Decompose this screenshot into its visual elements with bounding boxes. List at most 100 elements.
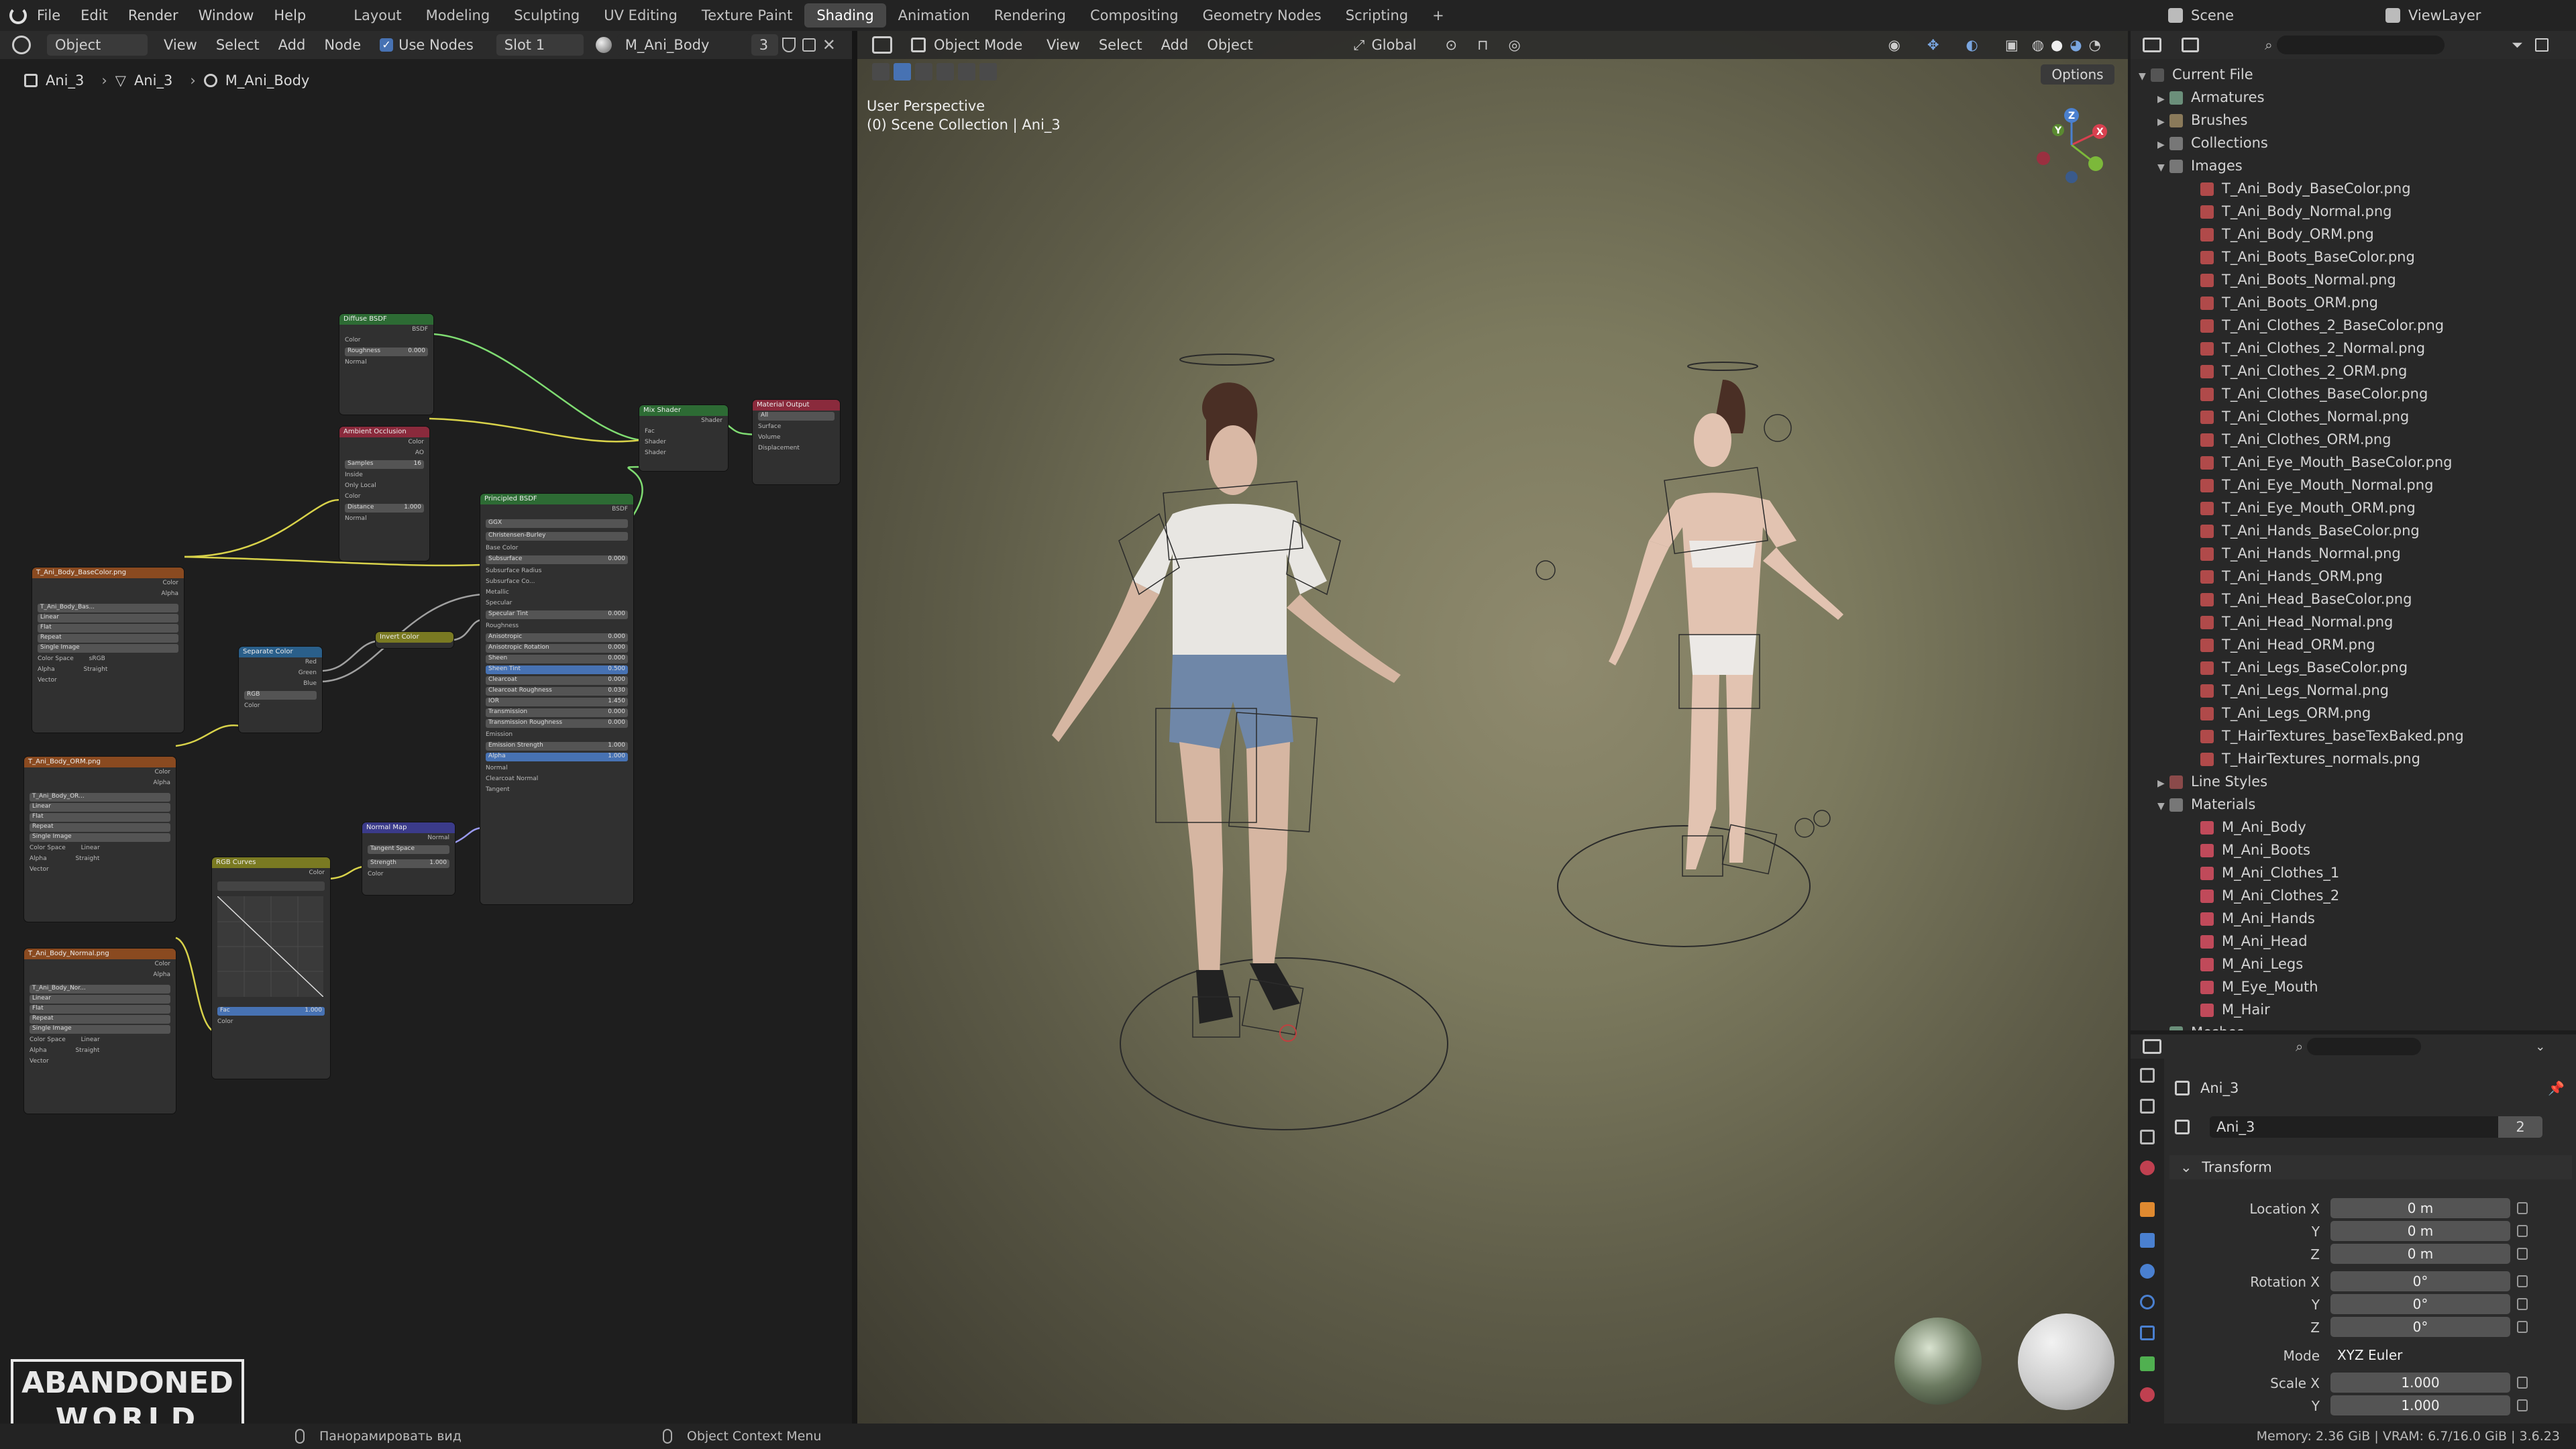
lock-icon[interactable] bbox=[2517, 1321, 2528, 1333]
diffuse-roughness-field[interactable]: Roughness 0.000 bbox=[345, 347, 428, 356]
curves-header[interactable]: RGB Curves bbox=[212, 857, 330, 868]
principled-input-row[interactable]: Anisotropic 0.000 bbox=[486, 633, 628, 642]
tex1-source-dropdown[interactable]: Single Image bbox=[38, 644, 178, 653]
menu-render[interactable]: Render bbox=[118, 7, 189, 23]
3d-viewport[interactable]: Object Mode View Select Add Object ⤢ Glo… bbox=[857, 31, 2128, 1424]
tex2-colorspace-row[interactable]: Color Space Linear bbox=[24, 843, 176, 854]
principled-input-row[interactable]: Subsurface 0.000 bbox=[486, 555, 628, 564]
tab-scene-icon[interactable] bbox=[2140, 1161, 2155, 1175]
outliner-image-item[interactable]: T_Ani_Eye_Mouth_ORM.png bbox=[2131, 496, 2576, 519]
principled-input-row[interactable]: Alpha 1.000 bbox=[486, 753, 628, 761]
outliner-image-item[interactable]: T_Ani_Boots_ORM.png bbox=[2131, 291, 2576, 314]
tab-layout[interactable]: Layout bbox=[341, 3, 413, 28]
node-image-texture-normal[interactable]: T_Ani_Body_Normal.png Color Alpha T_Ani_… bbox=[24, 949, 176, 1114]
tab-geometry-nodes[interactable]: Geometry Nodes bbox=[1191, 3, 1334, 28]
tex3-projection-dropdown[interactable]: Flat bbox=[30, 1005, 170, 1014]
menu-help[interactable]: Help bbox=[264, 7, 316, 23]
tex2-alpha-row[interactable]: Alpha Straight bbox=[24, 854, 176, 865]
scene-characters[interactable] bbox=[857, 31, 2128, 1424]
menu-file[interactable]: File bbox=[27, 7, 70, 23]
outliner-image-item[interactable]: T_Ani_Body_BaseColor.png bbox=[2131, 177, 2576, 200]
outliner-image-item[interactable]: T_HairTextures_normals.png bbox=[2131, 747, 2576, 770]
outliner-image-item[interactable]: T_HairTextures_baseTexBaked.png bbox=[2131, 724, 2576, 747]
curves-graph[interactable] bbox=[217, 896, 324, 998]
tex1-interpolation-dropdown[interactable]: Linear bbox=[38, 614, 178, 623]
outliner[interactable]: ⌕ ⏷ ▼ Current File ▶ Armatures ▶ Brushes ▶ Coll… bbox=[2131, 31, 2576, 1030]
node-diffuse-header[interactable]: Diffuse BSDF bbox=[339, 314, 433, 325]
add-workspace-button[interactable]: + bbox=[1420, 3, 1456, 28]
tex2-interpolation-dropdown[interactable]: Linear bbox=[30, 803, 170, 812]
outliner-material-item[interactable]: M_Hair bbox=[2131, 998, 2576, 1021]
outliner-material-item[interactable]: M_Ani_Clothes_2 bbox=[2131, 884, 2576, 907]
tab-uv-editing[interactable]: UV Editing bbox=[592, 3, 690, 28]
chevron-down-icon[interactable]: ▼ bbox=[2157, 156, 2169, 179]
outliner-armatures[interactable]: ▶ Armatures bbox=[2131, 86, 2576, 109]
tab-output-icon[interactable] bbox=[2140, 1099, 2155, 1114]
node-ambient-occlusion[interactable]: Ambient Occlusion Color AO Samples 16 Ins… bbox=[339, 427, 429, 561]
transform-value-field[interactable]: 0 m bbox=[2330, 1221, 2510, 1241]
principled-input-row[interactable]: Sheen Tint 0.500 bbox=[486, 665, 628, 674]
node-invert-color[interactable]: Invert Color bbox=[376, 632, 453, 648]
new-collection-icon[interactable] bbox=[2534, 38, 2548, 52]
outliner-image-item[interactable]: T_Ani_Head_ORM.png bbox=[2131, 633, 2576, 656]
node-image-texture-orm[interactable]: T_Ani_Body_ORM.png Color Alpha T_Ani_Bod… bbox=[24, 757, 176, 922]
tex3-image-field[interactable]: T_Ani_Body_Nor... bbox=[30, 985, 170, 994]
outliner-line-styles[interactable]: ▶ Line Styles bbox=[2131, 770, 2576, 793]
tab-sculpting[interactable]: Sculpting bbox=[502, 3, 592, 28]
display-mode-icon[interactable] bbox=[2182, 38, 2199, 52]
scene-selector[interactable]: Scene bbox=[2191, 7, 2359, 23]
object-data-icon[interactable] bbox=[2175, 1120, 2190, 1134]
editor-type-icon[interactable] bbox=[2143, 38, 2161, 52]
tab-view-layer-icon[interactable] bbox=[2140, 1130, 2155, 1144]
outliner-image-item[interactable]: T_Ani_Legs_Normal.png bbox=[2131, 679, 2576, 702]
node-mix-header[interactable]: Mix Shader bbox=[639, 405, 728, 416]
principled-input-row[interactable]: Anisotropic Rotation 0.000 bbox=[486, 644, 628, 653]
chevron-right-icon[interactable]: ▶ bbox=[2157, 1023, 2169, 1030]
outliner-image-item[interactable]: T_Ani_Clothes_BaseColor.png bbox=[2131, 382, 2576, 405]
tex3-colorspace-row[interactable]: Color Space Linear bbox=[24, 1035, 176, 1046]
invert-header[interactable]: Invert Color bbox=[376, 632, 453, 643]
curves-channel-buttons[interactable] bbox=[217, 881, 325, 891]
transform-value-field[interactable]: 1.000 bbox=[2330, 1373, 2510, 1393]
outliner-image-item[interactable]: T_Ani_Eye_Mouth_Normal.png bbox=[2131, 474, 2576, 496]
tab-render-icon[interactable] bbox=[2140, 1068, 2155, 1083]
outliner-material-item[interactable]: M_Ani_Head bbox=[2131, 930, 2576, 953]
sep-mode-dropdown[interactable]: RGB bbox=[244, 691, 317, 700]
outliner-current-file[interactable]: ▼ Current File bbox=[2131, 63, 2576, 86]
lock-icon[interactable] bbox=[2517, 1399, 2528, 1411]
tex2-projection-dropdown[interactable]: Flat bbox=[30, 813, 170, 822]
outliner-image-item[interactable]: T_Ani_Boots_Normal.png bbox=[2131, 268, 2576, 291]
transform-panel-header[interactable]: ⌄ Transform bbox=[2169, 1155, 2572, 1179]
view-layer-selector[interactable]: ViewLayer bbox=[2408, 7, 2576, 23]
tex1-alpha-row[interactable]: Alpha Straight bbox=[32, 665, 184, 676]
lock-icon[interactable] bbox=[2517, 1298, 2528, 1310]
normalmap-space-dropdown[interactable]: Tangent Space bbox=[368, 845, 449, 854]
tex3-alpha-row[interactable]: Alpha Straight bbox=[24, 1046, 176, 1057]
outliner-material-item[interactable]: M_Ani_Boots bbox=[2131, 839, 2576, 861]
outliner-image-item[interactable]: T_Ani_Boots_BaseColor.png bbox=[2131, 246, 2576, 268]
tab-rendering[interactable]: Rendering bbox=[982, 3, 1078, 28]
node-output-header[interactable]: Material Output bbox=[753, 400, 840, 411]
node-separate-color[interactable]: Separate Color Red Green Blue RGB Color bbox=[239, 647, 322, 733]
object-name[interactable]: Ani_3 bbox=[2200, 1080, 2239, 1096]
chevron-right-icon[interactable]: ▶ bbox=[2157, 88, 2169, 111]
outliner-image-item[interactable]: T_Ani_Clothes_2_ORM.png bbox=[2131, 360, 2576, 382]
outliner-image-item[interactable]: T_Ani_Clothes_ORM.png bbox=[2131, 428, 2576, 451]
outliner-image-item[interactable]: T_Ani_Hands_Normal.png bbox=[2131, 542, 2576, 565]
tab-animation[interactable]: Animation bbox=[886, 3, 982, 28]
transform-value-field[interactable]: 0 m bbox=[2330, 1244, 2510, 1264]
outliner-image-item[interactable]: T_Ani_Clothes_2_BaseColor.png bbox=[2131, 314, 2576, 337]
lock-icon[interactable] bbox=[2517, 1225, 2528, 1237]
principled-input-row[interactable]: Transmission 0.000 bbox=[486, 708, 628, 717]
chevron-down-icon[interactable]: ▼ bbox=[2139, 65, 2151, 88]
tex2-header[interactable]: T_Ani_Body_ORM.png bbox=[24, 757, 176, 767]
node-image-texture-basecolor[interactable]: T_Ani_Body_BaseColor.png Color Alpha T_A… bbox=[32, 568, 184, 733]
object-data-users[interactable]: 2 bbox=[2498, 1116, 2542, 1138]
transform-value-field[interactable]: 0 m bbox=[2330, 1198, 2510, 1218]
outliner-material-item[interactable]: M_Ani_Clothes_1 bbox=[2131, 861, 2576, 884]
tex3-source-dropdown[interactable]: Single Image bbox=[30, 1025, 170, 1034]
node-principled-bsdf[interactable]: Principled BSDF BSDF GGX Christensen-Bur… bbox=[480, 494, 633, 904]
principled-input-row[interactable]: Emission Strength 1.000 bbox=[486, 742, 628, 751]
outliner-image-item[interactable]: T_Ani_Body_Normal.png bbox=[2131, 200, 2576, 223]
tex1-colorspace-row[interactable]: Color Space sRGB bbox=[32, 654, 184, 665]
